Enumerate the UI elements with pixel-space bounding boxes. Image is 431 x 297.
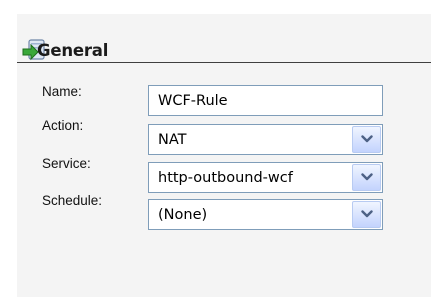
- section-title: General: [37, 41, 109, 60]
- chevron-down-icon: [361, 210, 373, 218]
- service-dropdown-button[interactable]: [352, 164, 381, 191]
- schedule-label: Schedule:: [42, 193, 103, 208]
- chevron-down-icon: [361, 173, 373, 181]
- schedule-select-value: (None): [158, 207, 208, 223]
- chevron-down-icon: [361, 135, 373, 143]
- name-input[interactable]: WCF-Rule: [148, 85, 383, 116]
- name-input-value: WCF-Rule: [158, 93, 228, 109]
- service-select[interactable]: http-outbound-wcf: [148, 162, 383, 193]
- schedule-select[interactable]: (None): [148, 199, 383, 230]
- action-label: Action:: [42, 118, 84, 133]
- header-divider: [17, 62, 431, 63]
- action-select[interactable]: NAT: [148, 124, 383, 155]
- name-label: Name:: [42, 84, 82, 99]
- service-select-value: http-outbound-wcf: [158, 170, 293, 186]
- action-dropdown-button[interactable]: [352, 126, 381, 153]
- action-select-value: NAT: [158, 132, 187, 148]
- service-label: Service:: [42, 156, 91, 171]
- schedule-dropdown-button[interactable]: [352, 201, 381, 228]
